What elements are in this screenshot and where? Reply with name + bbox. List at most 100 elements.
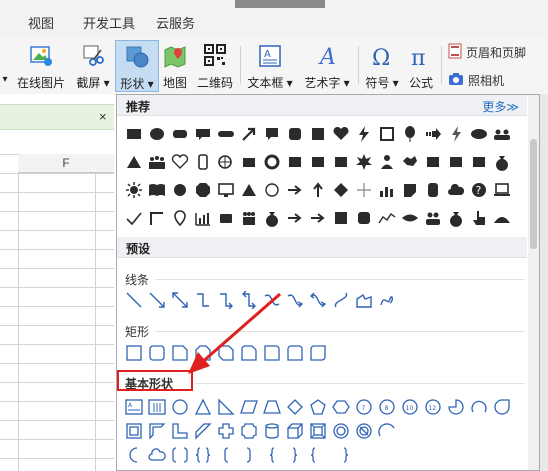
small-rect-icon[interactable]	[240, 153, 258, 171]
phone-icon[interactable]	[194, 153, 212, 171]
heart-outline-icon[interactable]	[171, 153, 189, 171]
isosceles-triangle-icon[interactable]	[194, 398, 212, 416]
line-chart-icon[interactable]	[378, 209, 396, 227]
panel-scrollbar[interactable]	[528, 95, 539, 470]
map-shape-icon[interactable]	[401, 153, 419, 171]
map-button[interactable]: 地图	[159, 40, 191, 90]
screenshot-button[interactable]: 截屏 ▾	[72, 40, 114, 90]
right-triangle-icon[interactable]	[217, 398, 235, 416]
close-icon[interactable]: ×	[99, 109, 107, 124]
heart-icon[interactable]	[332, 125, 350, 143]
lightning-small-icon[interactable]	[447, 125, 465, 143]
book-icon[interactable]	[148, 181, 166, 199]
globe-icon[interactable]	[217, 153, 235, 171]
rect-dark-4-icon[interactable]	[424, 153, 442, 171]
double-bracket-icon[interactable]	[171, 446, 189, 464]
donut-icon[interactable]	[332, 422, 350, 440]
ring-icon[interactable]	[263, 153, 281, 171]
frame-outline-icon[interactable]	[125, 422, 143, 440]
can-icon[interactable]	[263, 422, 281, 440]
cube-icon[interactable]	[286, 422, 304, 440]
person-icon[interactable]	[378, 153, 396, 171]
cloud-outline-icon[interactable]	[148, 446, 166, 464]
ribbon-prev-dropdown[interactable]: ▾	[0, 40, 10, 90]
hand-pointer-icon[interactable]	[470, 209, 488, 227]
arrow-right-2-icon[interactable]	[286, 209, 304, 227]
group-people-icon[interactable]	[148, 153, 166, 171]
cloud-icon[interactable]	[447, 181, 465, 199]
arrow-up-icon[interactable]	[309, 181, 327, 199]
square-dark-icon[interactable]	[332, 209, 350, 227]
block-arc-icon[interactable]	[378, 422, 396, 440]
diamond-icon[interactable]	[332, 181, 350, 199]
rect-dark-7-icon[interactable]	[217, 209, 235, 227]
left-brace-icon[interactable]	[263, 446, 281, 464]
circle-dark-icon[interactable]	[171, 181, 189, 199]
diamond-outline-icon[interactable]	[286, 398, 304, 416]
square-icon[interactable]	[309, 125, 327, 143]
pill-icon[interactable]	[217, 125, 235, 143]
rounded-square-2-icon[interactable]	[355, 209, 373, 227]
heptagon-icon[interactable]: 7	[355, 398, 373, 416]
teardrop-icon[interactable]	[493, 398, 511, 416]
decagon-icon[interactable]: 10	[401, 398, 419, 416]
qrcode-button[interactable]: 二维码	[193, 40, 237, 90]
folded-corner-icon[interactable]	[401, 181, 419, 199]
striped-arrow-icon[interactable]	[424, 125, 442, 143]
triangle-2-icon[interactable]	[240, 181, 258, 199]
menu-view[interactable]: 视图	[28, 13, 54, 32]
cell-grid[interactable]	[0, 154, 114, 471]
callout-icon[interactable]	[194, 125, 212, 143]
chart-growth-icon[interactable]	[194, 209, 212, 227]
rect-outline-icon[interactable]	[125, 344, 143, 362]
pentagon-icon[interactable]	[309, 398, 327, 416]
l-shape-icon[interactable]	[171, 422, 189, 440]
monitor-icon[interactable]	[217, 181, 235, 199]
plaque-icon[interactable]	[240, 422, 258, 440]
scribble-icon[interactable]	[378, 291, 396, 309]
rounded-square-icon[interactable]	[286, 125, 304, 143]
trapezoid-icon[interactable]	[263, 398, 281, 416]
line-icon[interactable]	[125, 291, 143, 309]
question-icon[interactable]: ?	[470, 181, 488, 199]
no-symbol-icon[interactable]	[355, 422, 373, 440]
people-group-icon[interactable]	[424, 209, 442, 227]
double-brace-icon[interactable]	[194, 446, 212, 464]
rect-dark-5-icon[interactable]	[447, 153, 465, 171]
money-bag-2-icon[interactable]	[263, 209, 281, 227]
rect-dark-6-icon[interactable]	[470, 153, 488, 171]
half-frame-icon[interactable]	[148, 422, 166, 440]
moon-icon[interactable]	[125, 446, 143, 464]
rounded-rect-outline-icon[interactable]	[148, 344, 166, 362]
rect-dark-3-icon[interactable]	[332, 153, 350, 171]
balloon-icon[interactable]	[401, 125, 419, 143]
dodecagon-icon[interactable]: 12	[424, 398, 442, 416]
pie-icon[interactable]	[447, 398, 465, 416]
parallelogram-icon[interactable]	[240, 398, 258, 416]
text-box-shape-icon[interactable]: A	[125, 398, 143, 416]
rounded-tall-rect-icon[interactable]	[424, 181, 442, 199]
left-bracket-icon[interactable]	[217, 446, 235, 464]
bar-chart-icon[interactable]	[378, 181, 396, 199]
formula-button[interactable]: π 公式	[405, 40, 437, 90]
symbol-button[interactable]: Ω 符号 ▾	[362, 40, 402, 90]
money-bag-icon[interactable]	[493, 153, 511, 171]
laptop-icon[interactable]	[493, 181, 511, 199]
shape-button[interactable]: 形状 ▾	[115, 40, 159, 92]
line-arrow-icon[interactable]	[148, 291, 166, 309]
triangle-icon[interactable]	[125, 153, 143, 171]
arrow-diagonal-icon[interactable]	[240, 125, 258, 143]
bracket-pair-icon[interactable]	[332, 446, 350, 464]
ellipse-icon[interactable]	[148, 125, 166, 143]
menu-developer-tools[interactable]: 开发工具	[83, 13, 135, 32]
smiley-bracket-icon[interactable]	[309, 446, 327, 464]
curve-icon[interactable]	[332, 291, 350, 309]
plus-shape-icon[interactable]	[217, 422, 235, 440]
menu-cloud-service[interactable]: 云服务	[156, 13, 195, 32]
bevel-icon[interactable]	[309, 422, 327, 440]
arrow-right-icon[interactable]	[286, 181, 304, 199]
octagon-icon[interactable]	[194, 181, 212, 199]
frame-icon[interactable]	[378, 125, 396, 143]
people-icon[interactable]	[493, 125, 511, 143]
online-picture-button[interactable]: 在线图片	[12, 40, 70, 90]
